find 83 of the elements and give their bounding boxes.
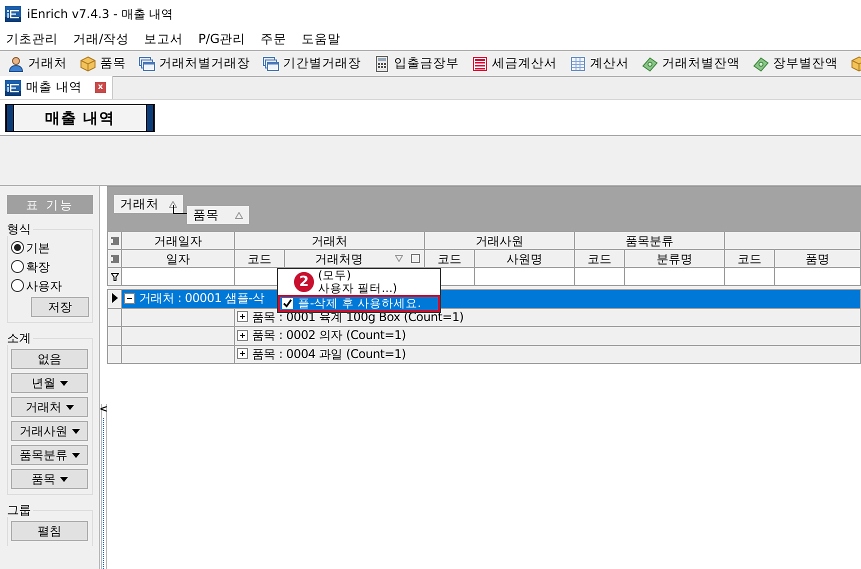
column-group-header: 거래처 [234,232,424,250]
column-header[interactable]: 코드 [234,250,284,268]
subtotal-button[interactable]: 거래사원 [11,421,88,441]
column-header[interactable]: 분류명 [624,250,724,268]
menu-item[interactable]: 거래/작성 [73,30,130,48]
expand-icon[interactable] [237,330,248,340]
toolbar-button[interactable]: 장부별잔액 [753,55,838,72]
column-group-header: 거래일자 [122,232,234,250]
column-chooser-icon[interactable] [110,236,118,244]
toolbar-button[interactable]: 세금계산서 [472,55,557,72]
column-header[interactable]: 코드 [574,250,624,268]
collapse-icon[interactable] [124,292,135,304]
window-title: iEnrich v7.4.3 - 매출 내역 [27,6,174,22]
radio-option[interactable]: 사용자 [11,276,89,295]
group-row[interactable]: 품목 : 0004 과일 (Count=1) [234,345,860,364]
caret-icon [72,428,80,434]
subtotal-button[interactable]: 품목분류 [11,445,88,465]
subtotal-button[interactable]: 년월 [11,373,88,393]
column-chooser-icon[interactable] [110,254,118,262]
column-header[interactable]: 일자 [122,250,234,268]
spreadsheet-icon [472,56,488,72]
box-icon [80,56,96,72]
menu-item[interactable]: 주문 [260,30,287,48]
toolbar-button[interactable]: 기간별거래장 [263,55,361,72]
menu-item[interactable]: 보고서 [144,30,184,48]
caret-icon [60,380,68,386]
app-logo-icon [5,6,21,22]
toolbar-button[interactable]: 품목 [80,55,126,72]
expand-icon[interactable] [237,348,248,359]
banknote-icon [642,56,658,72]
column-header[interactable]: 사원명 [474,250,574,268]
windows-icon [139,56,155,72]
toolbar-button[interactable]: 거래처별잔액 [642,55,740,72]
group-by-chip[interactable]: 거래처 [114,195,183,213]
filter-cell[interactable] [474,268,574,286]
subtotal-button[interactable]: 없음 [11,349,88,369]
group-by-chip[interactable]: 품목 [187,206,249,224]
app-logo-icon [5,80,21,96]
subtotal-group: 소계 없음 년월 거래처 거래사원 품목분류 품목 [7,331,93,495]
format-group: 형식 기본 확장 사용자 저장 [7,222,93,323]
radio-option[interactable]: 기본 [11,238,89,257]
toolbar-button[interactable]: 계산서 [570,55,629,72]
banknote-icon [753,56,769,72]
filter-option[interactable]: (모두) [318,269,440,282]
radio-option[interactable]: 확장 [11,257,89,276]
menu-item[interactable]: 도움말 [302,30,341,48]
panel-header: 표 기능 [7,195,93,214]
subtotal-button[interactable]: 품목 [11,469,88,489]
caret-icon [60,476,68,482]
expand-button[interactable]: 펼침 [11,521,88,541]
filter-cell[interactable] [624,268,724,286]
toolbar-button[interactable]: 거래처 [8,55,67,72]
filter-cell[interactable] [774,268,860,286]
group-row[interactable]: 품목 : 0002 의자 (Count=1) [234,326,860,345]
document-tab[interactable]: 매출 내역 x [0,76,113,99]
column-header[interactable]: 코드 [424,250,474,268]
filter-icon[interactable] [110,272,118,280]
person-icon [8,56,24,72]
toolbar-button[interactable]: 거래처별거래장 [139,55,250,72]
sort-icon[interactable] [169,200,177,208]
filter-option[interactable]: 플-삭제 후 사용하세요. [278,295,440,312]
column-group-header: 품목분류 [574,232,724,250]
caret-icon [72,452,80,458]
save-button[interactable]: 저장 [31,297,89,317]
windows-icon [263,56,279,72]
panel-title: 매출 내역 [5,104,155,132]
group-options: 그룹 펼침 [7,503,93,546]
column-header[interactable]: 코드 [724,250,774,268]
column-header[interactable]: 품명 [774,250,860,268]
filter-cell[interactable] [574,268,624,286]
filter-cell[interactable] [122,268,234,286]
toolbar-button[interactable]: 입출금장부 [374,55,459,72]
filter-cell[interactable] [724,268,774,286]
menu-item[interactable]: 기초관리 [6,30,58,48]
expand-icon[interactable] [237,311,248,322]
menu-item[interactable]: P/G관리 [198,30,246,48]
close-icon[interactable]: x [94,82,106,93]
calculator-icon [374,56,390,72]
caret-icon [66,404,74,410]
spreadsheet-icon [570,56,586,72]
collapse-arrow[interactable]: < [99,404,108,416]
column-group-header: 거래사원 [424,232,574,250]
subtotal-button[interactable]: 거래처 [11,397,88,417]
